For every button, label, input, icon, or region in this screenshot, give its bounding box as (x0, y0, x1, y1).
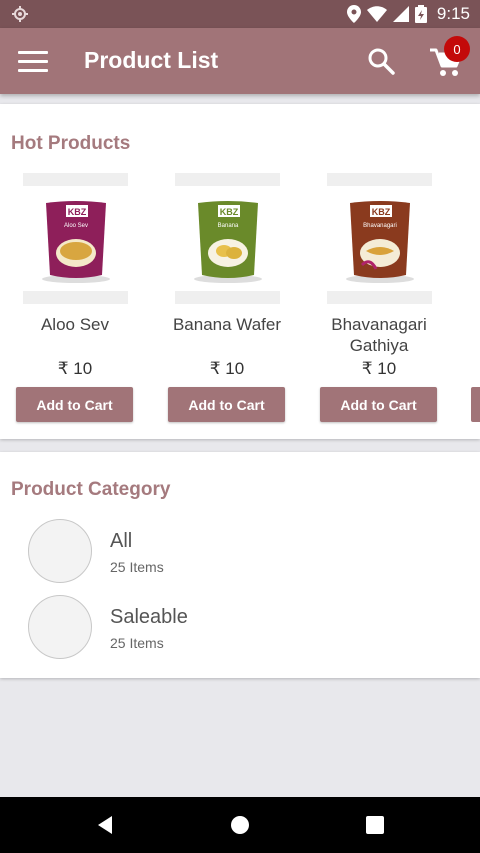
category-name: Saleable (110, 606, 188, 628)
recents-button[interactable] (361, 811, 389, 839)
product-item[interactable]: KBZ Aloo Sev Aloo Sev ₹ 10 Add to Cart (16, 173, 156, 423)
product-name: Banana Wafer (172, 315, 282, 334)
product-name: Aloo Sev (40, 315, 110, 334)
hot-products-title: Hot Products (11, 133, 131, 154)
category-image (28, 595, 92, 659)
product-image[interactable]: KBZ Aloo Sev (36, 195, 116, 285)
add-to-cart-button[interactable]: Add to Cart (168, 387, 285, 422)
category-count: 25 Items (110, 635, 164, 651)
product-category-card: Product Category All 25 Items Saleable 2… (0, 452, 480, 678)
product-image[interactable]: KBZ Bhavanagari (340, 195, 420, 285)
signal-icon (392, 6, 409, 22)
app-bar: Product List 0 (0, 28, 480, 94)
product-price: ₹ 10 (209, 359, 245, 378)
product-item[interactable]: KBZ Bhavanagari Bhavanagari Gathiya ₹ 10… (320, 173, 460, 423)
category-name: All (110, 530, 133, 552)
search-icon[interactable] (364, 44, 398, 78)
brand-logo: KBZ (220, 207, 239, 217)
category-item-saleable[interactable]: Saleable 25 Items (28, 595, 448, 661)
svg-text:Bhavanagari: Bhavanagari (363, 223, 397, 229)
svg-text:Banana: Banana (218, 223, 239, 229)
back-button[interactable] (91, 811, 119, 839)
location-pin-icon (346, 5, 361, 23)
clock: 9:15 (436, 4, 470, 23)
svg-text:Aloo Sev: Aloo Sev (64, 223, 88, 229)
hot-products-card: Hot Products KBZ Aloo Sev Aloo Sev ₹ 10 … (0, 104, 480, 439)
category-item-all[interactable]: All 25 Items (28, 519, 448, 585)
battery-icon (414, 5, 427, 23)
system-nav-bar (0, 797, 480, 853)
home-icon (231, 816, 249, 834)
brand-logo: KBZ (372, 207, 391, 217)
product-image[interactable]: KBZ Banana (188, 195, 268, 285)
category-count: 25 Items (110, 559, 164, 575)
product-item[interactable]: KBZ Banana Banana Wafer ₹ 10 Add to Cart (168, 173, 308, 423)
category-image (28, 519, 92, 583)
product-category-title: Product Category (11, 479, 171, 500)
product-price: ₹ 10 (361, 359, 397, 378)
recents-icon (366, 816, 384, 834)
add-to-cart-button[interactable]: Add to Cart (320, 387, 437, 422)
add-to-cart-button[interactable]: Add to Cart (16, 387, 133, 422)
product-name: Bhavanagari Gathiya (331, 315, 427, 355)
hamburger-icon (18, 50, 48, 54)
back-icon (98, 816, 112, 834)
cart-count-badge: 0 (444, 36, 470, 62)
wifi-icon (366, 6, 387, 22)
brand-logo: KBZ (68, 207, 87, 217)
product-price: ₹ 10 (57, 359, 93, 378)
menu-button[interactable] (18, 44, 58, 78)
location-target-icon (12, 6, 28, 22)
home-button[interactable] (226, 811, 254, 839)
page-title: Product List (84, 47, 219, 73)
status-bar: 9:15 (0, 0, 480, 28)
next-product-peek[interactable] (471, 387, 480, 422)
